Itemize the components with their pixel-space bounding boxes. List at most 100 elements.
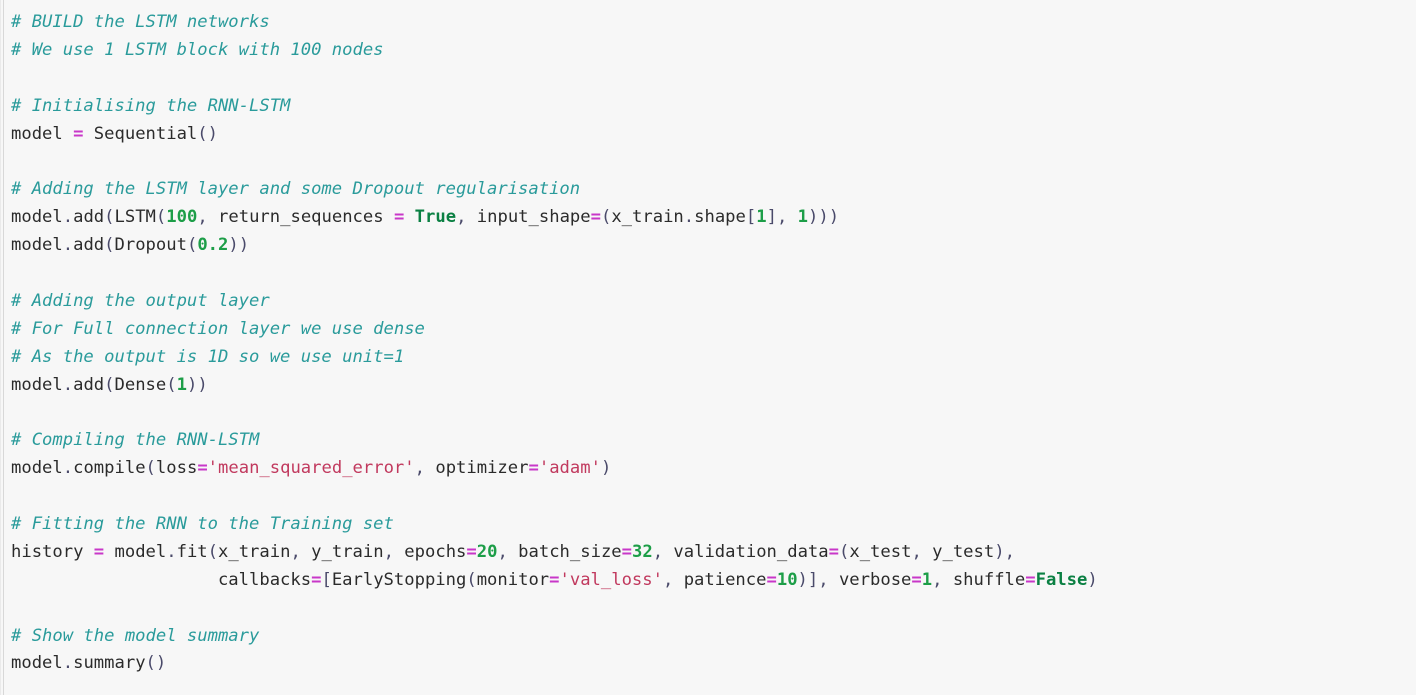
code-line: model.compile(loss='mean_squared_error',…	[11, 455, 1416, 483]
token-comment: # Adding the output layer	[11, 290, 270, 311]
token-punc: (	[155, 207, 167, 228]
token-op: =	[311, 569, 322, 590]
token-name: epochs	[404, 541, 467, 562]
token-op: =	[197, 458, 208, 479]
token-op: =	[590, 207, 601, 228]
token-op: =	[1025, 569, 1036, 590]
token-num: 10	[776, 569, 798, 590]
token-punc: .	[62, 458, 74, 479]
token-name: x_train	[611, 207, 684, 228]
code-line: model.summary()	[11, 650, 1416, 678]
token-punc: (	[145, 458, 156, 479]
token-name: model	[11, 374, 63, 395]
token-punc: ,	[290, 541, 312, 562]
token-op: =	[549, 569, 560, 590]
token-num: 100	[166, 207, 198, 228]
token-punc: .	[62, 653, 74, 674]
token-name: monitor	[476, 569, 550, 590]
token-comment: # BUILD the LSTM networks	[11, 12, 270, 32]
token-num: 1	[756, 207, 767, 228]
token-punc: (	[166, 374, 177, 395]
token-name: Dense	[114, 374, 167, 395]
token-comment: # We use 1 LSTM block with 100 nodes	[11, 39, 384, 60]
token-comment: # Show the model summary	[11, 625, 260, 646]
token-punc: ,	[932, 569, 953, 590]
token-name: fit	[176, 541, 208, 562]
token-name: return_sequences	[218, 207, 394, 228]
token-name: model	[11, 653, 63, 674]
code-line: # As the output is 1D so we use unit=1	[11, 344, 1416, 372]
token-op: =	[393, 207, 405, 228]
token-op: =	[93, 541, 105, 562]
code-line: # Adding the output layer	[11, 288, 1416, 316]
token-punc: ,	[911, 541, 933, 562]
token-name: summary	[73, 653, 146, 674]
code-line: # For Full connection layer we use dense	[11, 316, 1416, 344]
code-line: # Show the model summary	[11, 623, 1416, 651]
token-comment: # Adding the LSTM layer and some Dropout…	[11, 179, 581, 200]
token-punc: .	[683, 207, 695, 228]
code-line: model.add(LSTM(100, return_sequences = T…	[11, 204, 1416, 232]
token-punc: )))	[808, 207, 840, 228]
code-line: # We use 1 LSTM block with 100 nodes	[11, 37, 1416, 65]
token-punc: ))	[186, 374, 208, 395]
code-line: # BUILD the LSTM networks	[11, 9, 1416, 37]
token-num: 20	[476, 541, 498, 562]
token-punc: ,	[652, 541, 674, 562]
token-punc: ),	[994, 541, 1015, 562]
token-num: 32	[632, 541, 653, 562]
token-punc: ,	[197, 207, 219, 228]
token-op: =	[766, 569, 777, 590]
token-name: compile	[73, 458, 146, 479]
token-name: model	[11, 207, 63, 228]
token-punc: (	[466, 569, 477, 590]
token-punc: .	[62, 374, 74, 395]
token-comment: # Fitting the RNN to the Training set	[11, 514, 394, 535]
token-name: callbacks	[11, 569, 312, 590]
token-punc: ,	[383, 541, 405, 562]
code-line: callbacks=[EarlyStopping(monitor='val_lo…	[11, 567, 1416, 595]
token-punc: ],	[766, 207, 798, 228]
token-comment: # As the output is 1D so we use unit=1	[11, 346, 405, 367]
token-str: 'mean_squared_error'	[207, 458, 415, 479]
token-punc: (	[186, 235, 198, 256]
token-punc: ,	[414, 458, 436, 479]
token-name: Sequential	[83, 123, 198, 144]
code-line: # Compiling the RNN-LSTM	[11, 427, 1416, 455]
code-line: model.add(Dropout(0.2))	[11, 232, 1416, 260]
token-name: history	[11, 541, 94, 562]
code-editor-content[interactable]: # BUILD the LSTM networks # We use 1 LSTM…	[11, 9, 1416, 678]
token-comment: # Compiling the RNN-LSTM	[11, 430, 260, 451]
token-comment: # Initialising the RNN-LSTM	[11, 95, 291, 116]
code-cell[interactable]: # BUILD the LSTM networks # We use 1 LSTM…	[0, 0, 1416, 695]
code-line: # Adding the LSTM layer and some Dropout…	[11, 176, 1416, 204]
token-name: model	[11, 123, 74, 144]
token-name: optimizer	[435, 458, 529, 479]
token-punc: [	[321, 569, 332, 590]
token-punc: )	[600, 458, 612, 479]
token-num: 0.2	[197, 235, 229, 256]
token-punc: ,	[456, 207, 477, 228]
token-punc: .	[166, 541, 177, 562]
token-name: model	[11, 458, 63, 479]
token-name: add	[73, 207, 105, 228]
token-punc: ))	[228, 235, 250, 256]
token-name: patience	[683, 569, 767, 590]
code-line: model = Sequential()	[11, 121, 1416, 149]
token-punc: (	[104, 374, 115, 395]
code-line: history = model.fit(x_train, y_train, ep…	[11, 539, 1416, 567]
token-punc: (	[104, 235, 115, 256]
token-name: batch_size	[518, 541, 622, 562]
token-punc: )],	[797, 569, 839, 590]
token-name: add	[73, 235, 105, 256]
token-name: add	[73, 374, 105, 395]
code-line: # Initialising the RNN-LSTM	[11, 93, 1416, 121]
token-num: 1	[176, 374, 187, 395]
token-punc: .	[62, 235, 74, 256]
token-num: 1	[797, 207, 808, 228]
token-op: =	[911, 569, 922, 590]
